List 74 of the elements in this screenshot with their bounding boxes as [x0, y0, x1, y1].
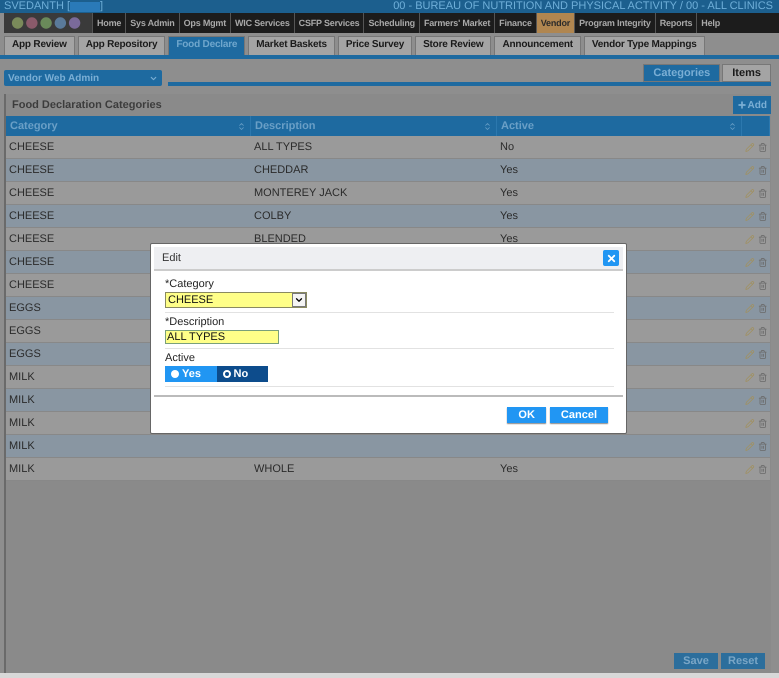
- pencil-icon[interactable]: [745, 440, 754, 452]
- sort-icon: [237, 122, 246, 130]
- pencil-icon[interactable]: [745, 394, 754, 406]
- pencil-icon[interactable]: [745, 234, 754, 244]
- tab[interactable]: Market Baskets: [248, 36, 335, 55]
- table-cell: MILK: [6, 458, 251, 481]
- table-cell: MONTEREY JACK: [251, 182, 497, 205]
- redacted-block: [70, 2, 100, 12]
- sort-icon: [728, 122, 737, 130]
- trash-icon[interactable]: [758, 142, 767, 152]
- pencil-icon[interactable]: [745, 464, 754, 474]
- trash-icon[interactable]: [758, 210, 767, 222]
- pencil-icon[interactable]: [745, 348, 754, 360]
- nav-item[interactable]: Vendor: [536, 13, 574, 33]
- pencil-icon[interactable]: [745, 302, 754, 314]
- pencil-icon[interactable]: [745, 418, 754, 428]
- trash-icon[interactable]: [758, 256, 767, 268]
- pencil-icon[interactable]: [745, 210, 754, 222]
- pencil-icon[interactable]: [745, 188, 754, 198]
- column-header: [742, 116, 770, 136]
- pencil-icon[interactable]: [745, 142, 754, 152]
- trash-icon[interactable]: [758, 394, 767, 406]
- pencil-icon[interactable]: [745, 164, 754, 176]
- table-cell: CHEDDAR: [251, 159, 497, 182]
- trash-icon[interactable]: [758, 418, 767, 428]
- trash-icon[interactable]: [758, 280, 767, 290]
- close-button[interactable]: [603, 250, 619, 266]
- tab[interactable]: Announcement: [494, 36, 581, 55]
- chevron-down-icon: [294, 295, 304, 305]
- close-icon: [606, 252, 616, 264]
- bracket-text: ]: [100, 0, 104, 13]
- pencil-icon[interactable]: [745, 372, 754, 382]
- trash-icon[interactable]: [758, 348, 767, 360]
- field-label: *Category: [165, 278, 215, 290]
- table-cell: WHOLE: [251, 458, 497, 481]
- tab[interactable]: Vendor Type Mappings: [584, 36, 705, 55]
- description-input[interactable]: ALL TYPES: [165, 330, 279, 344]
- table-cell: COLBY: [251, 205, 497, 228]
- trash-icon[interactable]: [758, 440, 767, 452]
- table-cell: CHEESE: [6, 205, 251, 228]
- dialog-title: Edit: [162, 252, 181, 264]
- tab[interactable]: Price Survey: [338, 36, 412, 55]
- table-cell: MILK: [6, 435, 251, 458]
- table-cell: No: [497, 136, 742, 159]
- sub-tab[interactable]: Items: [722, 64, 771, 82]
- agency-text: 00 - BUREAU OF NUTRITION AND PHYSICAL ACTIVITY / 00 - ALL CLINICS: [393, 0, 773, 13]
- trash-icon[interactable]: [758, 188, 767, 198]
- table-cell: Yes: [497, 205, 742, 228]
- user-name: SVEDANTH [: [4, 0, 70, 13]
- table-cell: CHEESE: [6, 136, 251, 159]
- trash-icon[interactable]: [758, 372, 767, 382]
- table-cell: Yes: [497, 182, 742, 205]
- trash-icon[interactable]: [758, 302, 767, 314]
- trash-icon[interactable]: [758, 164, 767, 176]
- table-cell: CHEESE: [6, 182, 251, 205]
- table-cell: CHEESE: [6, 159, 251, 182]
- trash-icon[interactable]: [758, 326, 767, 336]
- table-cell: Yes: [497, 458, 742, 481]
- field-label: Active: [165, 352, 196, 364]
- section-title: Food Declaration Categories: [12, 99, 162, 111]
- pencil-icon[interactable]: [745, 280, 754, 290]
- toggle-option[interactable]: No: [216, 366, 268, 382]
- table-cell: Yes: [497, 159, 742, 182]
- tab[interactable]: App Review: [4, 36, 75, 55]
- trash-icon[interactable]: [758, 464, 767, 474]
- sort-icon: [483, 122, 492, 130]
- tab[interactable]: App Repository: [78, 36, 166, 55]
- tab[interactable]: Store Review: [415, 36, 492, 55]
- pencil-icon[interactable]: [745, 326, 754, 336]
- table-cell: ALL TYPES: [251, 136, 497, 159]
- plus-icon: [736, 100, 747, 110]
- pencil-icon[interactable]: [745, 256, 754, 268]
- trash-icon[interactable]: [758, 234, 767, 244]
- category-select[interactable]: CHEESE: [165, 292, 307, 308]
